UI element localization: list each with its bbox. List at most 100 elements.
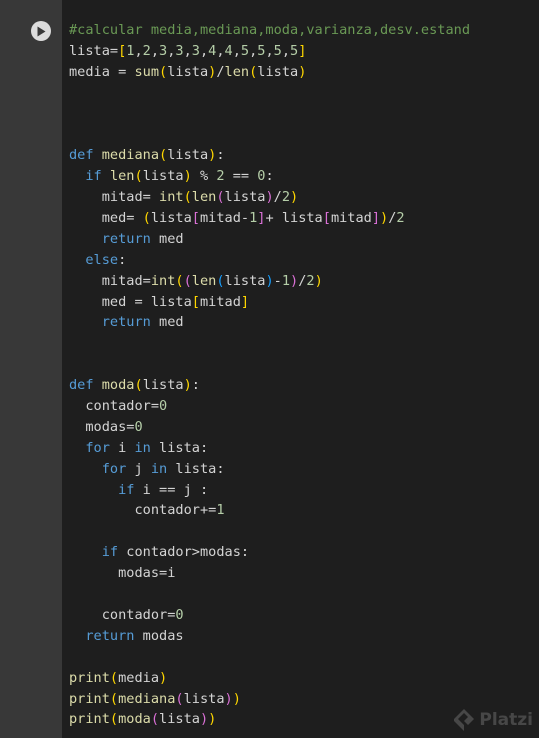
code-line[interactable]: return med	[69, 229, 470, 250]
code-line[interactable]: contador=0	[69, 396, 470, 417]
code-token: len	[224, 63, 250, 80]
code-token: :	[191, 377, 200, 394]
code-line[interactable]	[69, 647, 470, 668]
code-line[interactable]: contador=0	[69, 605, 470, 626]
code-line[interactable]: if len(lista) % 2 == 0:	[69, 166, 470, 187]
code-token: contador+=	[69, 502, 217, 519]
code-token: lista:	[167, 460, 225, 477]
code-line[interactable]	[69, 584, 470, 605]
code-line[interactable]: def moda(lista):	[69, 375, 470, 396]
cell-gutter	[0, 0, 62, 738]
code-token: media	[118, 669, 160, 686]
code-token: ,	[265, 42, 274, 59]
code-line[interactable]: if contador>modas:	[69, 542, 470, 563]
code-token: ,	[232, 42, 241, 59]
code-line[interactable]: mitad=int((len(lista)-1)/2)	[69, 271, 470, 292]
code-token: def	[69, 147, 94, 164]
code-token: print	[69, 711, 110, 728]
code-token: in	[150, 460, 168, 477]
code-token: contador=	[69, 606, 176, 623]
code-token: 2	[142, 42, 151, 59]
code-line[interactable]: lista=[1,2,3,3,3,4,4,5,5,5,5]	[69, 41, 470, 62]
code-token: lista	[159, 711, 200, 728]
code-line[interactable]	[69, 124, 470, 145]
code-token: modas=	[69, 418, 135, 435]
code-line[interactable]: else:	[69, 250, 470, 271]
code-token: if	[118, 481, 135, 498]
code-token: i	[109, 439, 135, 456]
code-line[interactable]: med = lista[mitad]	[69, 292, 470, 313]
code-token: (	[159, 63, 168, 80]
code-line[interactable]: modas=i	[69, 563, 470, 584]
code-token: /	[273, 189, 282, 206]
code-token: mediana	[118, 690, 176, 707]
code-token: (	[109, 711, 119, 728]
code-token: #calcular media,mediana,moda,varianza,de…	[69, 22, 471, 38]
code-token: med	[150, 230, 184, 247]
code-token: ,	[183, 42, 192, 59]
code-token: 3	[159, 42, 168, 59]
code-token: (	[159, 147, 168, 164]
code-token: )	[159, 669, 168, 686]
code-line[interactable]: if i == j :	[69, 480, 470, 501]
code-token: ,	[216, 42, 225, 59]
code-line[interactable]	[69, 354, 470, 375]
code-token: in	[134, 439, 151, 456]
code-token: (	[183, 189, 192, 206]
code-line[interactable]: med= (lista[mitad-1]+ lista[mitad])/2	[69, 208, 470, 229]
code-line[interactable]: print(moda(lista))	[69, 709, 470, 730]
code-line[interactable]	[69, 104, 470, 125]
code-token: ==	[224, 168, 258, 185]
code-token: (	[175, 690, 184, 707]
code-block[interactable]: #calcular media,mediana,moda,varianza,de…	[69, 20, 470, 730]
code-line[interactable]: print(media)	[69, 668, 470, 689]
code-token: lista	[224, 272, 266, 289]
code-line[interactable]: print(mediana(lista))	[69, 689, 470, 710]
code-line[interactable]: #calcular media,mediana,moda,varianza,de…	[69, 20, 470, 41]
code-line[interactable]: contador+=1	[69, 500, 470, 521]
code-token: contador>modas:	[118, 544, 250, 561]
code-token: (	[216, 272, 225, 289]
code-line[interactable]	[69, 83, 470, 104]
code-line[interactable]: return med	[69, 312, 470, 333]
code-token: ]	[371, 210, 381, 227]
code-line[interactable]: mitad= int(len(lista)/2)	[69, 187, 470, 208]
code-token: )	[298, 63, 307, 80]
code-token: 0	[159, 398, 168, 415]
code-token: (	[134, 168, 143, 185]
code-editor[interactable]: #calcular media,mediana,moda,varianza,de…	[62, 0, 539, 738]
code-token: )	[265, 272, 274, 289]
code-line[interactable]: modas=0	[69, 417, 470, 438]
code-token: 3	[175, 42, 184, 59]
run-cell-button[interactable]	[31, 21, 51, 41]
code-token: %	[191, 168, 217, 185]
code-token: )	[224, 690, 233, 707]
code-token: 2	[396, 210, 405, 227]
code-token: return	[85, 627, 135, 644]
code-line[interactable]: return modas	[69, 626, 470, 647]
code-line[interactable]: for j in lista:	[69, 459, 470, 480]
code-token: lista=	[69, 42, 119, 59]
code-token: modas	[134, 627, 184, 644]
code-token: int	[159, 189, 184, 206]
code-token: )	[290, 189, 299, 206]
code-token: mitad	[199, 293, 241, 310]
code-token: /	[216, 63, 225, 80]
code-token: )	[290, 272, 299, 289]
code-token: lista	[183, 690, 225, 707]
code-line[interactable]: media = sum(lista)/len(lista)	[69, 62, 470, 83]
code-line[interactable]	[69, 333, 470, 354]
code-token: (	[142, 210, 151, 227]
code-token: len	[191, 189, 217, 206]
code-line[interactable]: def mediana(lista):	[69, 145, 470, 166]
code-line[interactable]: for i in lista:	[69, 438, 470, 459]
code-token: lista	[150, 210, 192, 227]
code-line[interactable]	[69, 521, 470, 542]
code-token: moda	[101, 377, 135, 394]
code-token: 1	[281, 272, 291, 289]
code-token: :	[216, 147, 225, 164]
